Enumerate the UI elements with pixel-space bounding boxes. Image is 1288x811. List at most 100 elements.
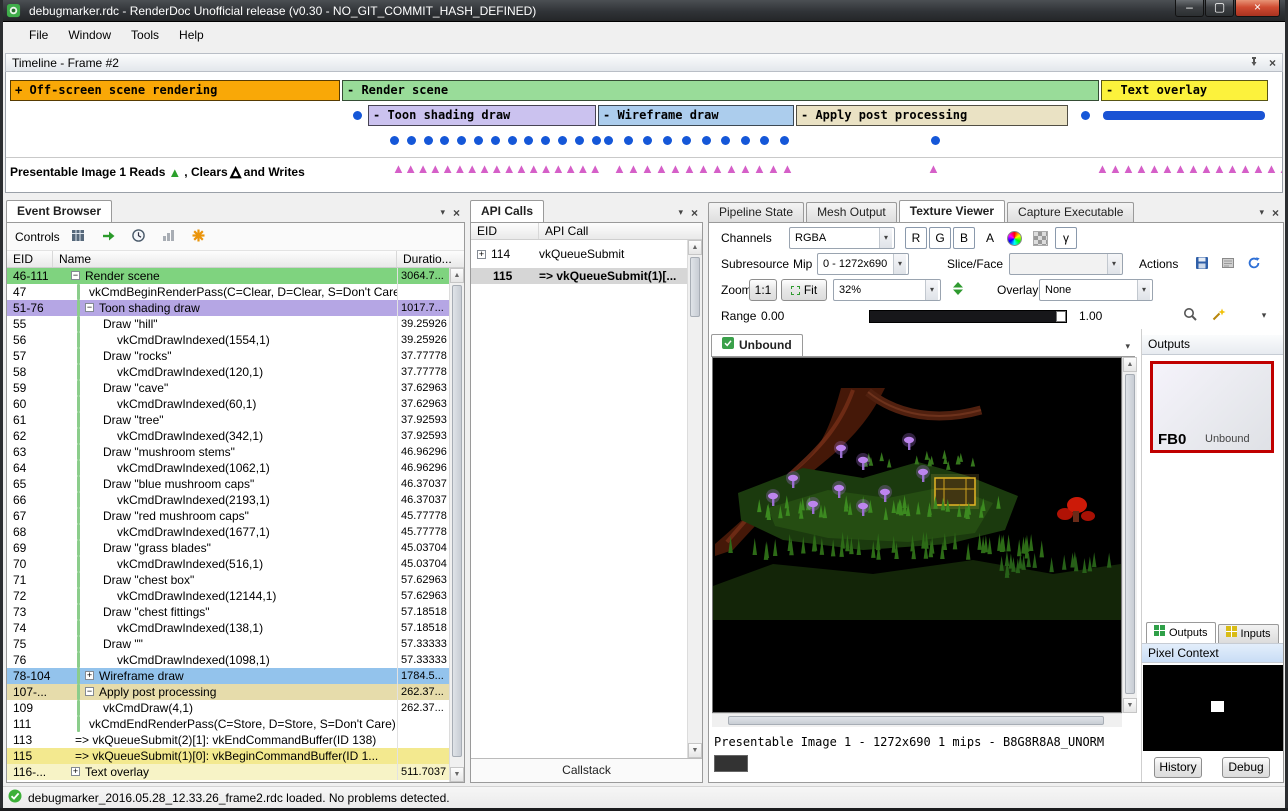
write-marker[interactable]: ▲ [1161, 162, 1174, 175]
write-marker[interactable]: ▲ [1265, 162, 1278, 175]
timeline-event-dot[interactable] [390, 136, 399, 145]
find-button[interactable] [68, 226, 90, 248]
write-marker[interactable]: ▲ [1109, 162, 1122, 175]
timeline-event-dot[interactable] [424, 136, 433, 145]
scroll-up-icon[interactable]: ▲ [1123, 357, 1137, 372]
event-row[interactable]: 74vkCmdDrawIndexed(138,1)57.18518 [7, 620, 449, 636]
write-marker[interactable]: ▲ [1148, 162, 1161, 175]
timeline-event-dot[interactable] [760, 136, 769, 145]
timeline-event-dot[interactable] [1081, 111, 1090, 120]
event-browser-columns[interactable]: EID Name Duratio... [7, 251, 464, 268]
timeline-event-dot[interactable] [457, 136, 466, 145]
column-eid[interactable]: EID [7, 251, 53, 267]
callstack-footer[interactable]: Callstack [471, 758, 702, 782]
scroll-thumb[interactable] [728, 716, 1104, 725]
event-row[interactable]: 46-111−Render scene3064.7... [7, 268, 449, 284]
write-marker[interactable]: ▲ [1226, 162, 1239, 175]
write-marker[interactable]: ▲ [753, 162, 766, 175]
event-row[interactable]: 59Draw "cave"37.62963 [7, 380, 449, 396]
event-row[interactable]: 69Draw "grass blades"45.03704 [7, 540, 449, 556]
write-marker[interactable]: ▲ [417, 162, 430, 175]
tab-capture-executable[interactable]: Capture Executable [1007, 202, 1134, 222]
column-api-call[interactable]: API Call [539, 223, 702, 239]
event-row[interactable]: 56vkCmdDrawIndexed(1554,1)39.25926 [7, 332, 449, 348]
write-marker[interactable]: ▲ [1174, 162, 1187, 175]
write-marker[interactable]: ▲ [1278, 162, 1283, 175]
write-marker[interactable]: ▲ [739, 162, 752, 175]
event-row[interactable]: 67Draw "red mushroom caps"45.77778 [7, 508, 449, 524]
timeline-event-dot[interactable] [624, 136, 633, 145]
title-bar[interactable]: debugmarker.rdc - RenderDoc Unofficial r… [0, 0, 1288, 22]
write-marker[interactable]: ▲ [1122, 162, 1135, 175]
write-marker[interactable]: ▲ [669, 162, 682, 175]
api-row[interactable]: +114vkQueueSubmit [471, 246, 687, 262]
write-marker[interactable]: ▲ [655, 162, 668, 175]
event-row[interactable]: 51-76−Toon shading draw1017.7... [7, 300, 449, 316]
scroll-thumb[interactable] [1125, 374, 1135, 694]
write-marker[interactable]: ▲ [490, 162, 503, 175]
green-channel-toggle[interactable]: G [929, 227, 951, 249]
tab-pipeline-state[interactable]: Pipeline State [708, 202, 804, 222]
event-row[interactable]: 109vkCmdDraw(4,1)262.37... [7, 700, 449, 716]
event-browser-scrollbar[interactable]: ▲ ▼ [449, 268, 464, 782]
write-marker[interactable]: ▲ [392, 162, 405, 175]
write-marker[interactable]: ▲ [613, 162, 626, 175]
event-row[interactable]: 68vkCmdDrawIndexed(1677,1)45.77778 [7, 524, 449, 540]
minimize-button[interactable]: – [1175, 0, 1204, 17]
overlay-select[interactable]: None▾ [1039, 279, 1153, 301]
scroll-thumb[interactable] [690, 257, 700, 317]
gamma-toggle[interactable]: γ [1055, 227, 1077, 249]
timeline-event-dot[interactable] [353, 111, 362, 120]
autofit-range-button[interactable] [1207, 305, 1229, 327]
write-marker[interactable]: ▲ [564, 162, 577, 175]
timeline-event-dot[interactable] [780, 136, 789, 145]
event-row[interactable]: 55Draw "hill"39.25926 [7, 316, 449, 332]
timeline-event-dot[interactable] [604, 136, 613, 145]
event-row[interactable]: 71Draw "chest box"57.62963 [7, 572, 449, 588]
scroll-down-icon[interactable]: ▼ [1123, 698, 1137, 713]
timeline-event-dot[interactable] [558, 136, 567, 145]
maximize-button[interactable]: ▢ [1205, 0, 1234, 17]
write-marker[interactable]: ▲ [503, 162, 516, 175]
history-button[interactable]: History [1154, 757, 1202, 778]
column-eid[interactable]: EID [471, 223, 539, 239]
event-row[interactable]: 61Draw "tree"37.92593 [7, 412, 449, 428]
timeline-event-dot[interactable] [931, 136, 940, 145]
zoom-level-input[interactable]: 32%▾ [833, 279, 941, 301]
pin-icon[interactable] [1249, 56, 1259, 70]
goto-resource-button[interactable] [1243, 253, 1265, 275]
bookmark-button[interactable] [188, 226, 210, 248]
write-marker[interactable]: ▲ [1200, 162, 1213, 175]
event-row[interactable]: 60vkCmdDrawIndexed(60,1)37.62963 [7, 396, 449, 412]
write-marker[interactable]: ▲ [478, 162, 491, 175]
event-row[interactable]: 73Draw "chest fittings"57.18518 [7, 604, 449, 620]
debug-button[interactable]: Debug [1222, 757, 1270, 778]
goto-button[interactable] [98, 226, 120, 248]
write-marker[interactable]: ▲ [781, 162, 794, 175]
event-row[interactable]: 70vkCmdDrawIndexed(516,1)45.03704 [7, 556, 449, 572]
event-row[interactable]: 65Draw "blue mushroom caps"46.37037 [7, 476, 449, 492]
dock-close-icon[interactable]: × [1269, 58, 1276, 68]
tab-unbound-texture[interactable]: Unbound [711, 334, 803, 356]
zoom-range-button[interactable] [1179, 305, 1201, 327]
channels-select[interactable]: RGBA▾ [789, 227, 895, 249]
tab-texture-viewer[interactable]: Texture Viewer [899, 200, 1005, 222]
event-row[interactable]: 111vkCmdEndRenderPass(C=Store, D=Store, … [7, 716, 449, 732]
dock-menu-icon[interactable]: ▾ [678, 207, 683, 218]
alpha-background-button[interactable] [1029, 227, 1051, 249]
timeline-event-dot[interactable] [741, 136, 750, 145]
timeline-event-dot[interactable] [407, 136, 416, 145]
timeline-event-dot[interactable] [474, 136, 483, 145]
event-row[interactable]: 116-...+Text overlay511.7037 [7, 764, 449, 780]
write-marker[interactable]: ▲ [725, 162, 738, 175]
scroll-thumb[interactable] [452, 285, 462, 757]
write-marker[interactable]: ▲ [429, 162, 442, 175]
scroll-up-icon[interactable]: ▲ [450, 268, 464, 283]
range-slider-handle[interactable] [1056, 311, 1066, 322]
scroll-down-icon[interactable]: ▼ [450, 767, 464, 782]
event-row[interactable]: 47vkCmdBeginRenderPass(C=Clear, D=Clear,… [7, 284, 449, 300]
timeline-dock-header[interactable]: Timeline - Frame #2 × [5, 53, 1283, 72]
event-row[interactable]: 76vkCmdDrawIndexed(1098,1)57.33333 [7, 652, 449, 668]
menu-tools[interactable]: Tools [121, 24, 169, 46]
event-row[interactable]: 66vkCmdDrawIndexed(2193,1)46.37037 [7, 492, 449, 508]
